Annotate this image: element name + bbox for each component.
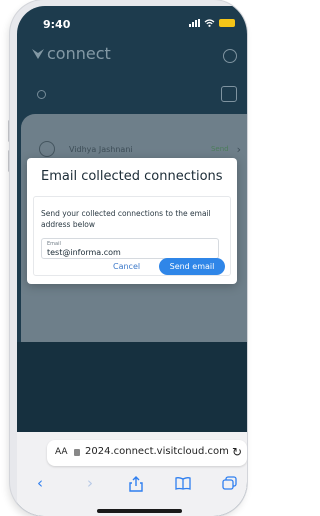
dialog-description: Send your collected connections to the e… xyxy=(41,209,211,229)
battery-icon xyxy=(219,19,235,27)
status-bar: 9:40 xyxy=(17,6,247,40)
logo-text: connect xyxy=(47,44,111,63)
dialog-title: Email collected connections xyxy=(41,169,223,184)
logo-mark-icon xyxy=(32,48,44,59)
app-logo: connect xyxy=(31,44,111,63)
forward-icon[interactable]: › xyxy=(87,474,93,492)
signal-icon xyxy=(189,19,200,27)
share-icon[interactable] xyxy=(129,476,143,492)
tabs-icon[interactable] xyxy=(222,476,237,490)
search-icon[interactable] xyxy=(37,90,46,99)
email-field-value[interactable]: test@informa.com xyxy=(47,248,121,257)
lock-icon xyxy=(74,449,80,456)
contact-name: Vidhya Jashnani xyxy=(69,144,133,154)
avatar-icon xyxy=(39,141,55,157)
clock-icon[interactable] xyxy=(223,49,237,63)
send-link[interactable]: Send xyxy=(211,145,229,153)
email-connections-dialog: Email collected connections Send your co… xyxy=(27,158,237,284)
page-background xyxy=(17,342,247,432)
email-field[interactable]: Email test@informa.com xyxy=(41,238,219,259)
email-field-label: Email xyxy=(47,241,61,247)
status-icons xyxy=(189,19,235,27)
wifi-icon xyxy=(204,19,215,27)
url-text[interactable]: 2024.connect.visitcloud.com xyxy=(85,446,229,457)
cancel-button[interactable]: Cancel xyxy=(113,262,140,271)
chevron-right-icon: › xyxy=(236,142,241,156)
safari-nav-row: ‹ › xyxy=(17,474,247,496)
status-time: 9:40 xyxy=(43,18,71,31)
send-email-button[interactable]: Send email xyxy=(159,258,225,275)
home-indicator[interactable] xyxy=(97,509,182,513)
reader-settings-button[interactable]: AA xyxy=(55,447,68,457)
reload-icon[interactable]: ↻ xyxy=(232,445,242,459)
back-icon[interactable]: ‹ xyxy=(37,474,43,492)
export-icon[interactable] xyxy=(221,86,237,102)
bookmarks-icon[interactable] xyxy=(175,477,191,490)
address-bar[interactable]: AA 2024.connect.visitcloud.com ↻ xyxy=(47,440,247,466)
